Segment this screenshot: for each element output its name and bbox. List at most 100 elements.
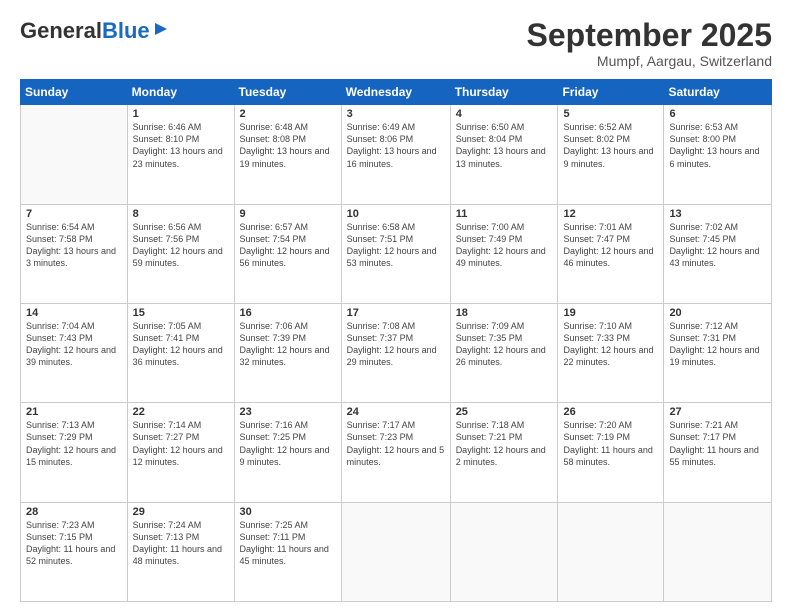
daylight-text: Daylight: 12 hours and 43 minutes. [669, 246, 759, 268]
daylight-text: Daylight: 13 hours and 13 minutes. [456, 146, 546, 168]
sunset-text: Sunset: 7:33 PM [563, 333, 630, 343]
sunrise-text: Sunrise: 6:54 AM [26, 222, 95, 232]
day-number: 27 [669, 406, 766, 418]
daylight-text: Daylight: 12 hours and 12 minutes. [133, 445, 223, 467]
sunrise-text: Sunrise: 7:01 AM [563, 222, 632, 232]
table-row: 14Sunrise: 7:04 AMSunset: 7:43 PMDayligh… [21, 303, 128, 402]
table-row: 22Sunrise: 7:14 AMSunset: 7:27 PMDayligh… [127, 403, 234, 502]
daylight-text: Daylight: 12 hours and 5 minutes. [347, 445, 445, 467]
logo: General Blue [20, 18, 169, 44]
cell-info: Sunrise: 7:13 AMSunset: 7:29 PMDaylight:… [26, 419, 122, 468]
calendar-week-row: 21Sunrise: 7:13 AMSunset: 7:29 PMDayligh… [21, 403, 772, 502]
daylight-text: Daylight: 12 hours and 59 minutes. [133, 246, 223, 268]
col-monday: Monday [127, 80, 234, 105]
daylight-text: Daylight: 12 hours and 32 minutes. [240, 345, 330, 367]
table-row: 29Sunrise: 7:24 AMSunset: 7:13 PMDayligh… [127, 502, 234, 601]
day-number: 30 [240, 506, 336, 518]
col-wednesday: Wednesday [341, 80, 450, 105]
day-number: 2 [240, 108, 336, 120]
table-row: 30Sunrise: 7:25 AMSunset: 7:11 PMDayligh… [234, 502, 341, 601]
sunrise-text: Sunrise: 7:02 AM [669, 222, 738, 232]
day-number: 12 [563, 208, 658, 220]
sunrise-text: Sunrise: 6:50 AM [456, 122, 525, 132]
cell-info: Sunrise: 7:04 AMSunset: 7:43 PMDaylight:… [26, 320, 122, 369]
sunrise-text: Sunrise: 7:14 AM [133, 420, 202, 430]
sunset-text: Sunset: 7:51 PM [347, 234, 414, 244]
sunset-text: Sunset: 8:10 PM [133, 134, 200, 144]
cell-info: Sunrise: 6:46 AMSunset: 8:10 PMDaylight:… [133, 121, 229, 170]
table-row: 13Sunrise: 7:02 AMSunset: 7:45 PMDayligh… [664, 204, 772, 303]
table-row [341, 502, 450, 601]
table-row: 6Sunrise: 6:53 AMSunset: 8:00 PMDaylight… [664, 105, 772, 204]
day-number: 3 [347, 108, 445, 120]
sunrise-text: Sunrise: 7:10 AM [563, 321, 632, 331]
cell-info: Sunrise: 7:25 AMSunset: 7:11 PMDaylight:… [240, 519, 336, 568]
sunset-text: Sunset: 7:37 PM [347, 333, 414, 343]
cell-info: Sunrise: 7:00 AMSunset: 7:49 PMDaylight:… [456, 221, 553, 270]
sunset-text: Sunset: 7:23 PM [347, 432, 414, 442]
day-number: 21 [26, 406, 122, 418]
cell-info: Sunrise: 7:21 AMSunset: 7:17 PMDaylight:… [669, 419, 766, 468]
day-number: 17 [347, 307, 445, 319]
day-number: 15 [133, 307, 229, 319]
day-number: 25 [456, 406, 553, 418]
cell-info: Sunrise: 7:06 AMSunset: 7:39 PMDaylight:… [240, 320, 336, 369]
day-number: 11 [456, 208, 553, 220]
cell-info: Sunrise: 6:52 AMSunset: 8:02 PMDaylight:… [563, 121, 658, 170]
cell-info: Sunrise: 7:02 AMSunset: 7:45 PMDaylight:… [669, 221, 766, 270]
calendar-table: Sunday Monday Tuesday Wednesday Thursday… [20, 79, 772, 602]
table-row: 17Sunrise: 7:08 AMSunset: 7:37 PMDayligh… [341, 303, 450, 402]
daylight-text: Daylight: 13 hours and 23 minutes. [133, 146, 223, 168]
table-row: 18Sunrise: 7:09 AMSunset: 7:35 PMDayligh… [450, 303, 558, 402]
table-row: 26Sunrise: 7:20 AMSunset: 7:19 PMDayligh… [558, 403, 664, 502]
table-row [558, 502, 664, 601]
table-row: 12Sunrise: 7:01 AMSunset: 7:47 PMDayligh… [558, 204, 664, 303]
sunrise-text: Sunrise: 7:18 AM [456, 420, 525, 430]
daylight-text: Daylight: 12 hours and 39 minutes. [26, 345, 116, 367]
sunset-text: Sunset: 7:39 PM [240, 333, 307, 343]
col-thursday: Thursday [450, 80, 558, 105]
sunset-text: Sunset: 7:29 PM [26, 432, 93, 442]
daylight-text: Daylight: 12 hours and 19 minutes. [669, 345, 759, 367]
daylight-text: Daylight: 11 hours and 58 minutes. [563, 445, 652, 467]
col-friday: Friday [558, 80, 664, 105]
sunset-text: Sunset: 7:47 PM [563, 234, 630, 244]
day-number: 22 [133, 406, 229, 418]
daylight-text: Daylight: 11 hours and 55 minutes. [669, 445, 758, 467]
day-number: 9 [240, 208, 336, 220]
table-row: 11Sunrise: 7:00 AMSunset: 7:49 PMDayligh… [450, 204, 558, 303]
sunrise-text: Sunrise: 6:49 AM [347, 122, 416, 132]
daylight-text: Daylight: 12 hours and 15 minutes. [26, 445, 116, 467]
sunset-text: Sunset: 7:25 PM [240, 432, 307, 442]
table-row: 27Sunrise: 7:21 AMSunset: 7:17 PMDayligh… [664, 403, 772, 502]
logo-general-text: General [20, 18, 102, 44]
daylight-text: Daylight: 13 hours and 16 minutes. [347, 146, 437, 168]
table-row: 5Sunrise: 6:52 AMSunset: 8:02 PMDaylight… [558, 105, 664, 204]
cell-info: Sunrise: 6:57 AMSunset: 7:54 PMDaylight:… [240, 221, 336, 270]
daylight-text: Daylight: 12 hours and 9 minutes. [240, 445, 330, 467]
calendar-week-row: 1Sunrise: 6:46 AMSunset: 8:10 PMDaylight… [21, 105, 772, 204]
sunset-text: Sunset: 7:49 PM [456, 234, 523, 244]
daylight-text: Daylight: 12 hours and 29 minutes. [347, 345, 437, 367]
day-number: 7 [26, 208, 122, 220]
day-number: 24 [347, 406, 445, 418]
daylight-text: Daylight: 11 hours and 52 minutes. [26, 544, 115, 566]
cell-info: Sunrise: 7:18 AMSunset: 7:21 PMDaylight:… [456, 419, 553, 468]
month-title: September 2025 [527, 18, 772, 53]
header: General Blue September 2025 Mumpf, Aarga… [20, 18, 772, 69]
sunrise-text: Sunrise: 7:04 AM [26, 321, 95, 331]
table-row: 8Sunrise: 6:56 AMSunset: 7:56 PMDaylight… [127, 204, 234, 303]
day-number: 13 [669, 208, 766, 220]
sunset-text: Sunset: 7:15 PM [26, 532, 93, 542]
sunrise-text: Sunrise: 6:53 AM [669, 122, 738, 132]
cell-info: Sunrise: 6:56 AMSunset: 7:56 PMDaylight:… [133, 221, 229, 270]
cell-info: Sunrise: 7:10 AMSunset: 7:33 PMDaylight:… [563, 320, 658, 369]
sunrise-text: Sunrise: 7:17 AM [347, 420, 416, 430]
cell-info: Sunrise: 7:14 AMSunset: 7:27 PMDaylight:… [133, 419, 229, 468]
daylight-text: Daylight: 12 hours and 36 minutes. [133, 345, 223, 367]
table-row: 20Sunrise: 7:12 AMSunset: 7:31 PMDayligh… [664, 303, 772, 402]
cell-info: Sunrise: 6:53 AMSunset: 8:00 PMDaylight:… [669, 121, 766, 170]
table-row [450, 502, 558, 601]
calendar-week-row: 7Sunrise: 6:54 AMSunset: 7:58 PMDaylight… [21, 204, 772, 303]
table-row: 3Sunrise: 6:49 AMSunset: 8:06 PMDaylight… [341, 105, 450, 204]
